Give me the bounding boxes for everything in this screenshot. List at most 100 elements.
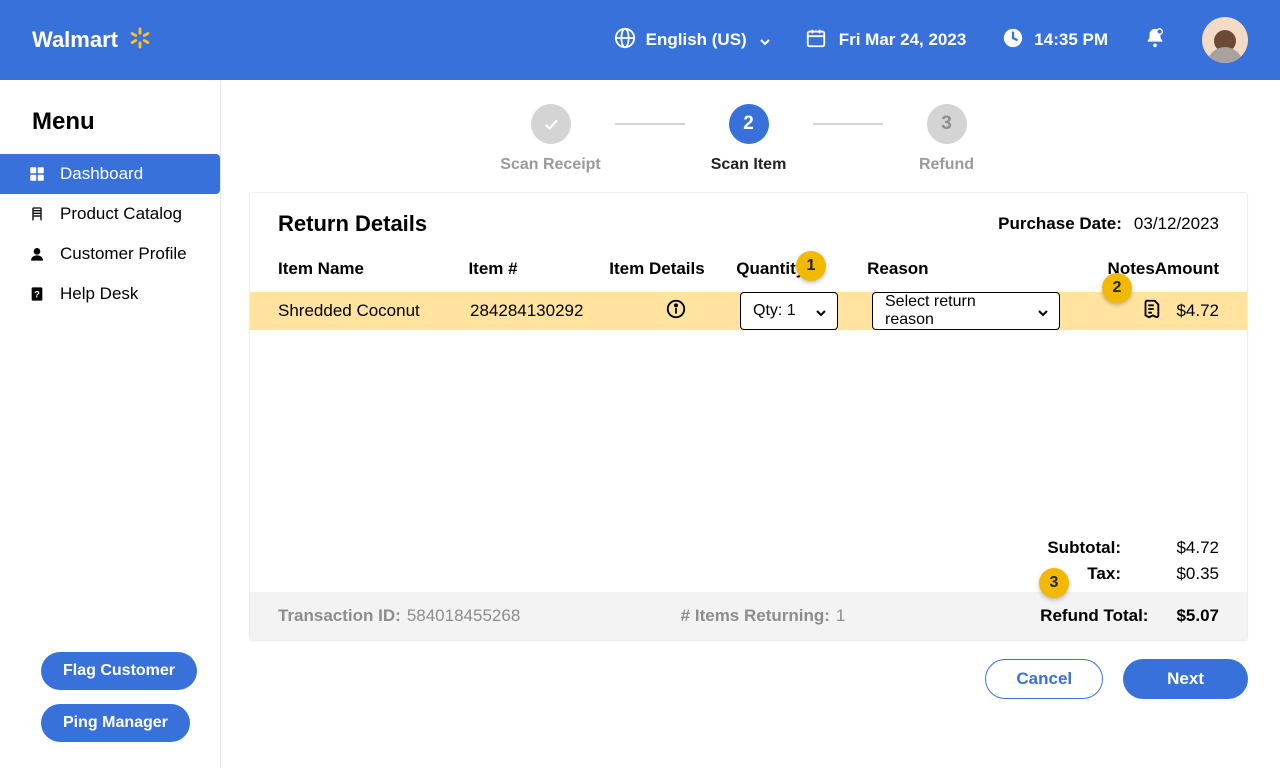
subtotal-value: $4.72 [1149, 538, 1219, 558]
sidebar-item-label: Customer Profile [60, 244, 187, 264]
tax-value: $0.35 [1149, 564, 1219, 584]
step-scan-receipt[interactable]: Scan Receipt [487, 104, 615, 174]
globe-icon [614, 27, 636, 54]
sidebar-actions: Flag Customer Ping Manager [0, 652, 220, 768]
chevron-down-icon [1035, 305, 1047, 317]
step-label: Scan Item [711, 156, 787, 174]
sidebar: Menu Dashboard Product Catalog Customer … [0, 80, 221, 768]
sidebar-item-label: Help Desk [60, 284, 138, 304]
date-display: Fri Mar 24, 2023 [805, 27, 967, 54]
annotation-badge-2: 2 [1102, 273, 1132, 303]
col-item-details: Item Details [609, 259, 736, 279]
items-label: # Items Returning: [681, 606, 830, 625]
refund-total: Refund Total: $5.07 [1040, 606, 1219, 626]
notification-bell-icon[interactable] [1144, 26, 1166, 55]
flag-customer-button[interactable]: Flag Customer [41, 652, 197, 690]
sidebar-item-label: Dashboard [60, 164, 143, 184]
clock-icon [1002, 27, 1024, 54]
qty-dropdown[interactable]: Qty: 1 [740, 292, 838, 330]
cell-amount: $4.72 [1162, 301, 1219, 321]
table-header: Item Name Item # Item Details Quantity R… [250, 251, 1247, 292]
col-amount: Amount [1155, 259, 1219, 279]
ping-manager-button[interactable]: Ping Manager [41, 704, 190, 742]
col-reason: Reason [867, 259, 1081, 279]
return-details-card: Return Details Purchase Date:03/12/2023 … [249, 192, 1248, 641]
totals: Subtotal: $4.72 Tax: $0.35 3 [250, 526, 1247, 592]
cell-item-number: 284284130292 [470, 301, 612, 321]
step-line [615, 123, 685, 125]
step-circle-active: 2 [729, 104, 769, 144]
card-header: Return Details Purchase Date: 03/12/2023 [250, 193, 1247, 251]
transaction-id: Transaction ID: 584018455268 [278, 606, 520, 626]
date-text: Fri Mar 24, 2023 [839, 30, 967, 50]
reason-dropdown[interactable]: Select return reason [872, 292, 1060, 330]
step-circle-done [531, 104, 571, 144]
purchase-date-label: Purchase Date: [998, 214, 1122, 233]
cell-item-name: Shredded Coconut [278, 301, 470, 321]
stepper: Scan Receipt 2 Scan Item 3 Refund [249, 104, 1248, 174]
reason-placeholder: Select return reason [885, 293, 1023, 329]
user-icon [28, 245, 46, 263]
sidebar-item-dashboard[interactable]: Dashboard [0, 154, 220, 194]
cell-notes [1088, 298, 1162, 325]
header-right: English (US) Fri Mar 24, 2023 14:35 PM [614, 17, 1248, 63]
time-display: 14:35 PM [1002, 27, 1108, 54]
annotation-badge-3: 3 [1039, 568, 1069, 598]
dashboard-icon [28, 165, 46, 183]
avatar[interactable] [1202, 17, 1248, 63]
cell-item-details [612, 298, 740, 325]
sidebar-item-help-desk[interactable]: ? Help Desk [0, 274, 220, 314]
step-line [813, 123, 883, 125]
brand-name: Walmart [32, 27, 118, 53]
svg-text:?: ? [34, 289, 40, 299]
items-returning: # Items Returning: 1 [681, 606, 846, 626]
refund-label: Refund Total: [1040, 606, 1148, 626]
cell-quantity: Qty: 1 [740, 292, 872, 330]
step-label: Scan Receipt [500, 156, 600, 174]
cell-reason: Select return reason [872, 292, 1088, 330]
language-selector[interactable]: English (US) [614, 27, 769, 54]
next-button[interactable]: Next [1123, 659, 1248, 699]
subtotal-row: Subtotal: $4.72 [979, 538, 1219, 558]
card-title: Return Details [278, 211, 427, 237]
col-item-name: Item Name [278, 259, 468, 279]
main-content: Scan Receipt 2 Scan Item 3 Refund Return… [221, 80, 1280, 768]
subtotal-label: Subtotal: [979, 538, 1149, 558]
language-label: English (US) [646, 30, 747, 50]
sidebar-item-product-catalog[interactable]: Product Catalog [0, 194, 220, 234]
chevron-down-icon [757, 34, 769, 46]
walmart-spark-icon [128, 26, 152, 55]
tax-row: Tax: $0.35 [979, 564, 1219, 584]
calendar-icon [805, 27, 827, 54]
step-refund[interactable]: 3 Refund [883, 104, 1011, 174]
step-scan-item[interactable]: 2 Scan Item [685, 104, 813, 174]
sidebar-item-label: Product Catalog [60, 204, 182, 224]
info-icon[interactable] [665, 298, 687, 325]
notes-icon[interactable] [1140, 298, 1162, 325]
col-item-number: Item # [468, 259, 609, 279]
purchase-date-value: 03/12/2023 [1134, 214, 1219, 233]
step-circle-pending: 3 [927, 104, 967, 144]
refund-value: $5.07 [1176, 606, 1219, 626]
purchase-date: Purchase Date: 03/12/2023 [998, 214, 1219, 234]
annotation-badge-1: 1 [796, 251, 826, 281]
help-icon: ? [28, 285, 46, 303]
time-text: 14:35 PM [1034, 30, 1108, 50]
chevron-down-icon [813, 305, 825, 317]
catalog-icon [28, 205, 46, 223]
cancel-button[interactable]: Cancel [985, 659, 1103, 699]
table-empty-space [250, 330, 1247, 526]
txn-id: 584018455268 [407, 606, 520, 625]
brand: Walmart [32, 26, 152, 55]
sidebar-item-customer-profile[interactable]: Customer Profile [0, 234, 220, 274]
table-row: Shredded Coconut 284284130292 Qty: 1 [250, 292, 1247, 330]
card-footer: Transaction ID: 584018455268 # Items Retu… [250, 592, 1247, 640]
menu-title: Menu [0, 100, 220, 154]
app-header: Walmart English (US) [0, 0, 1280, 80]
items-count: 1 [836, 606, 845, 625]
txn-label: Transaction ID: [278, 606, 401, 625]
menu-list: Dashboard Product Catalog Customer Profi… [0, 154, 220, 314]
action-buttons: Cancel Next [249, 641, 1248, 699]
step-label: Refund [919, 156, 974, 174]
qty-value: Qty: 1 [753, 302, 796, 320]
